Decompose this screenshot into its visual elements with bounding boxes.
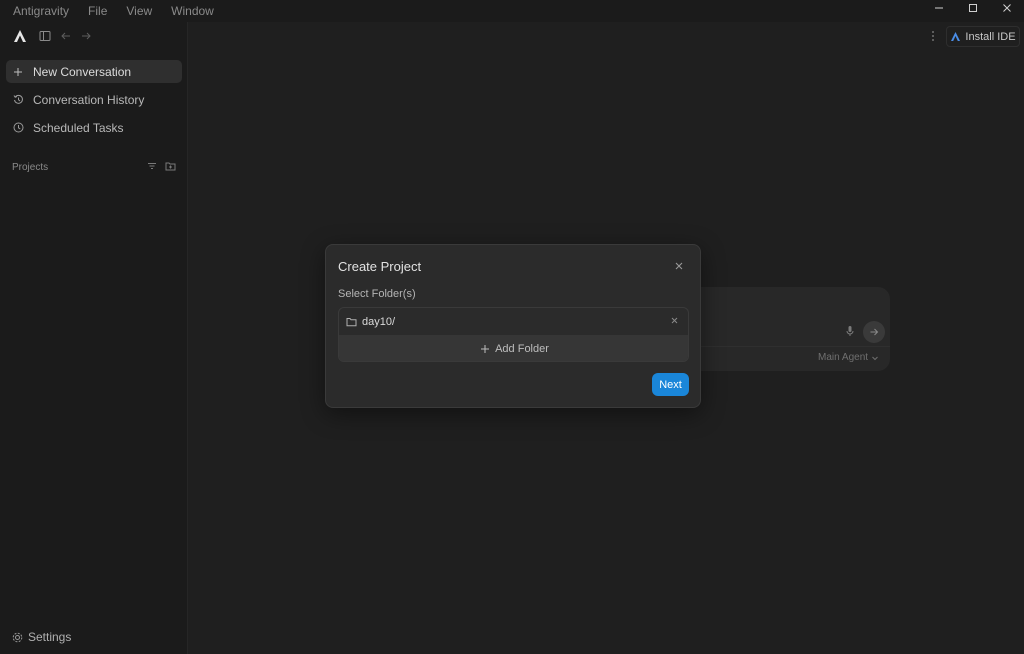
folder-icon <box>346 317 357 327</box>
send-button[interactable] <box>863 321 885 343</box>
forward-arrow-icon[interactable] <box>80 30 92 45</box>
minimize-icon <box>935 7 943 9</box>
settings-label: Settings <box>28 630 72 644</box>
add-folder-button[interactable]: Add Folder <box>339 335 688 361</box>
new-folder-icon[interactable] <box>165 161 176 174</box>
maximize-button[interactable] <box>956 0 990 16</box>
sidebar-item-label: Conversation History <box>33 92 145 107</box>
minimize-button[interactable] <box>922 0 956 16</box>
back-arrow-icon[interactable] <box>60 30 72 45</box>
projects-label: Projects <box>12 161 49 173</box>
next-button[interactable]: Next <box>652 373 689 396</box>
close-dialog-button[interactable] <box>674 260 684 274</box>
projects-header: Projects <box>12 160 176 174</box>
title-bar: Antigravity File View Window <box>0 0 1024 22</box>
sidebar: New Conversation Conversation History Sc… <box>0 22 188 654</box>
install-ide-button[interactable]: Install IDE <box>946 26 1020 47</box>
select-folders-label: Select Folder(s) <box>338 288 416 300</box>
gear-icon <box>12 632 23 643</box>
filter-icon[interactable] <box>147 161 157 174</box>
folder-name: day10/ <box>362 315 396 328</box>
close-window-button[interactable] <box>990 0 1024 16</box>
close-icon <box>671 317 678 324</box>
menu-bar: Antigravity File View Window <box>0 4 233 18</box>
antigravity-logo-icon[interactable] <box>13 29 27 46</box>
dialog-title: Create Project <box>338 259 422 274</box>
maximize-icon <box>969 4 977 12</box>
plus-icon <box>13 67 27 77</box>
sidebar-item-conversation-history[interactable]: Conversation History <box>6 88 182 111</box>
arrow-right-icon <box>870 328 879 336</box>
sidebar-item-scheduled-tasks[interactable]: Scheduled Tasks <box>6 116 182 139</box>
agent-selector[interactable]: Main Agent <box>818 352 879 363</box>
history-icon <box>13 94 27 105</box>
menu-window[interactable]: Window <box>171 4 214 18</box>
close-icon <box>675 262 683 270</box>
menu-view[interactable]: View <box>126 4 152 18</box>
sidebar-item-label: New Conversation <box>33 64 132 79</box>
window-controls <box>922 0 1024 16</box>
more-options-icon[interactable] <box>929 30 937 45</box>
agent-label: Main Agent <box>818 352 869 363</box>
composer-divider <box>680 346 890 347</box>
sidebar-toolbar <box>0 22 188 52</box>
microphone-icon[interactable] <box>845 325 855 340</box>
plus-icon <box>480 344 490 354</box>
close-icon <box>1003 4 1011 12</box>
install-ide-label: Install IDE <box>965 30 1016 43</box>
antigravity-logo-icon <box>950 31 961 42</box>
chat-composer: Main Agent <box>680 287 890 371</box>
settings-button[interactable]: Settings <box>12 630 71 644</box>
create-project-dialog: Create Project Select Folder(s) day10/ A… <box>325 244 701 408</box>
remove-folder-button[interactable] <box>670 316 679 328</box>
sidebar-item-label: Scheduled Tasks <box>33 120 124 135</box>
menu-file[interactable]: File <box>88 4 107 18</box>
chevron-down-icon <box>872 356 878 360</box>
menu-antigravity[interactable]: Antigravity <box>13 4 69 18</box>
add-folder-label: Add Folder <box>495 343 549 355</box>
clock-icon <box>13 122 27 133</box>
toggle-sidebar-icon[interactable] <box>39 30 51 45</box>
folder-list: day10/ Add Folder <box>338 307 689 362</box>
sidebar-item-new-conversation[interactable]: New Conversation <box>6 60 182 83</box>
folder-item: day10/ <box>339 308 688 335</box>
